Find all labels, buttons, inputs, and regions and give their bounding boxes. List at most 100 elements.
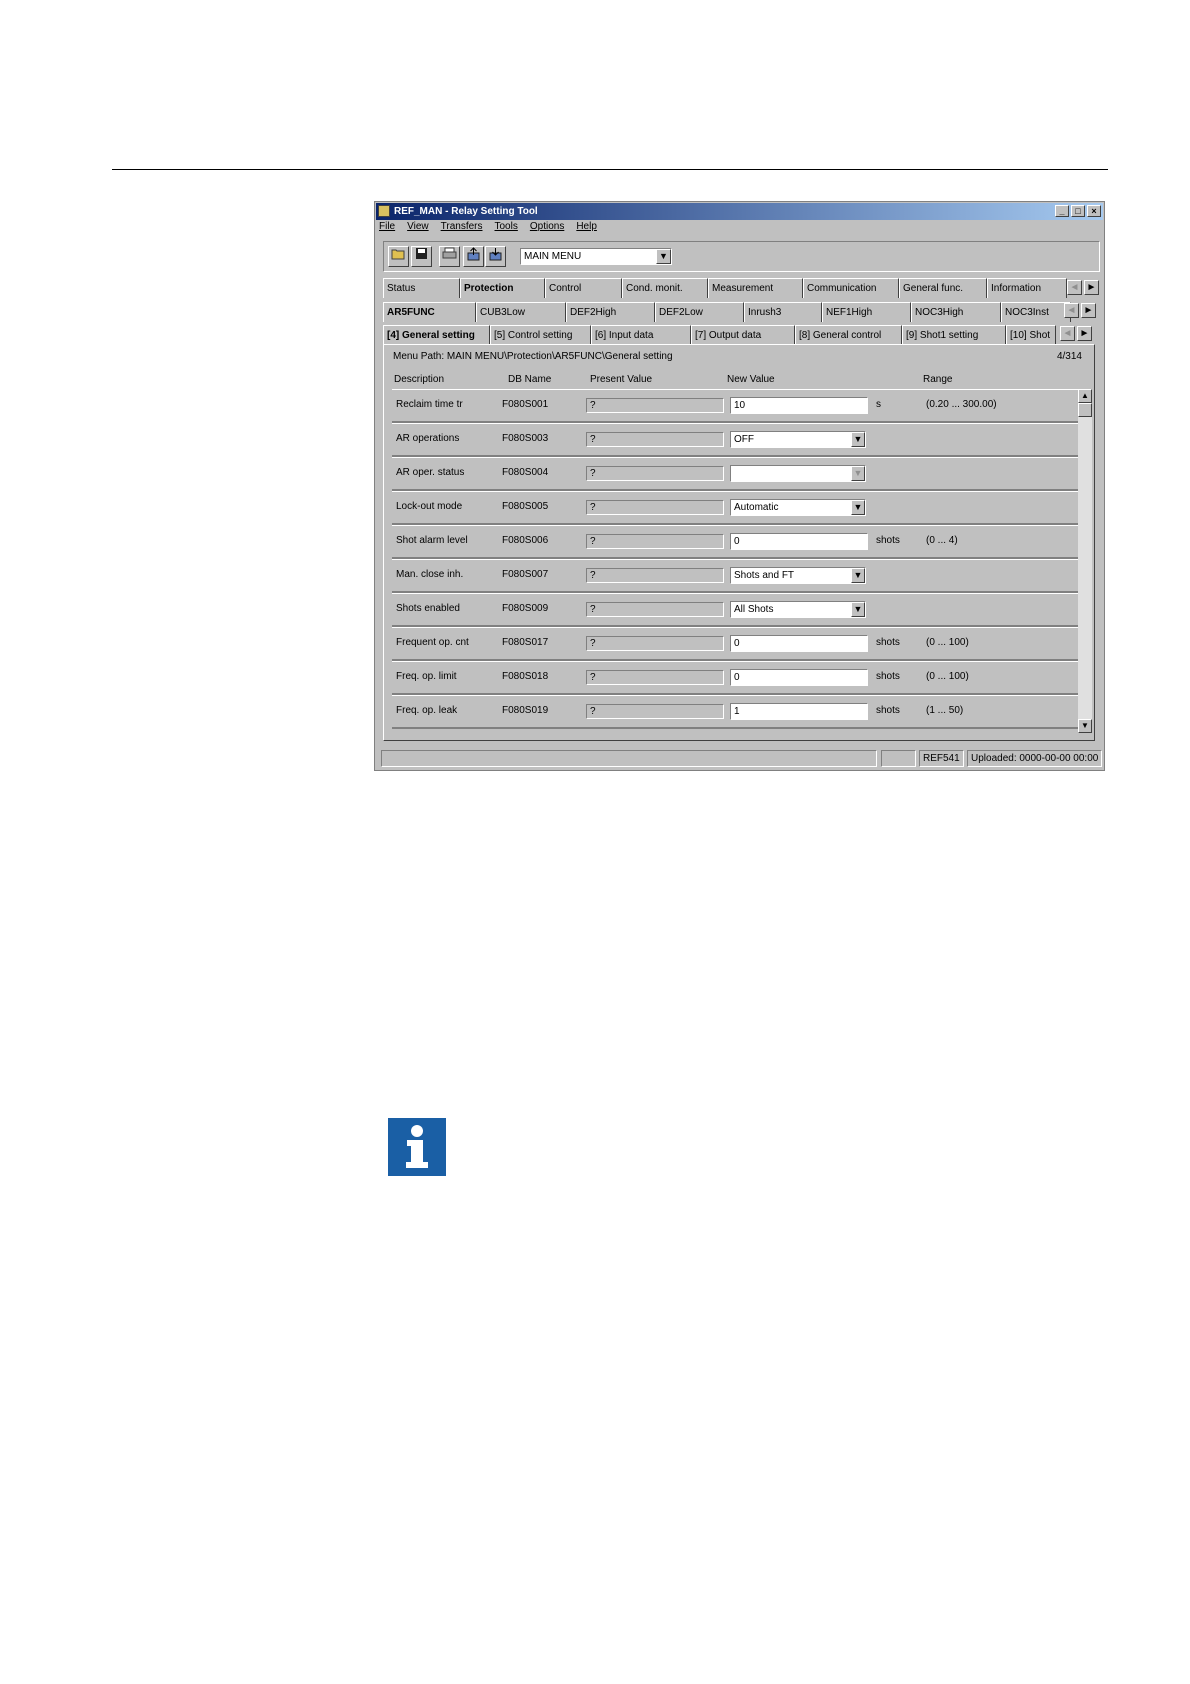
scroll-thumb[interactable] [1078, 403, 1092, 417]
parameter-db-name: F080S001 [502, 399, 549, 410]
chevron-down-icon[interactable]: ▼ [851, 432, 865, 447]
menu-file[interactable]: File [379, 221, 395, 235]
arrow-left-icon[interactable]: ◄ [1067, 280, 1082, 295]
info-icon [388, 1118, 446, 1176]
open-folder-icon[interactable] [388, 246, 409, 267]
title-bar[interactable]: REF_MAN - Relay Setting Tool _ □ × [376, 203, 1103, 220]
table-row: AR operations F080S003? OFF ▼ [392, 423, 1078, 457]
arrow-right-icon[interactable]: ► [1077, 326, 1092, 341]
function-tabs-scroll: ◄ ► [1064, 303, 1096, 318]
new-value-input[interactable]: 0 [730, 533, 868, 550]
tab-ar5func[interactable]: AR5FUNC [383, 302, 476, 322]
parameter-unit: shots [876, 637, 900, 648]
tab-measurement[interactable]: Measurement [708, 278, 803, 298]
parameter-db-name: F080S017 [502, 637, 549, 648]
new-value-select[interactable]: ▼ [730, 465, 866, 482]
toolbar: MAIN MENU ▼ [383, 241, 1100, 272]
page-header-rule [112, 169, 1108, 170]
new-value-text: 1 [734, 706, 740, 717]
maximize-button[interactable]: □ [1071, 205, 1085, 217]
tab-def2low[interactable]: DEF2Low [655, 302, 744, 322]
tab-noc3high[interactable]: NOC3High [911, 302, 1001, 322]
new-value-select[interactable]: OFF ▼ [730, 431, 866, 448]
parameter-range: (0 ... 4) [926, 535, 958, 546]
parameter-description: Frequent op. cnt [396, 637, 469, 648]
new-value-input[interactable]: 0 [730, 635, 868, 652]
tab-general-control[interactable]: [8] General control [795, 325, 902, 345]
new-value-select[interactable]: Automatic ▼ [730, 499, 866, 516]
parameter-db-name: F080S007 [502, 569, 549, 580]
scroll-up-icon[interactable]: ▲ [1078, 389, 1092, 403]
tab-status[interactable]: Status [383, 278, 460, 298]
new-value-select[interactable]: All Shots ▼ [730, 601, 866, 618]
scroll-down-icon[interactable]: ▼ [1078, 719, 1092, 733]
new-value-text: 10 [734, 400, 746, 411]
menu-help[interactable]: Help [576, 221, 597, 235]
tab-general-setting[interactable]: [4] General setting [383, 325, 490, 345]
main-menu-combo[interactable]: MAIN MENU ▼ [520, 248, 672, 265]
status-message [381, 750, 877, 767]
chevron-down-icon[interactable]: ▼ [851, 466, 865, 481]
minimize-button[interactable]: _ [1055, 205, 1069, 217]
parameter-db-name: F080S005 [502, 501, 549, 512]
chevron-down-icon[interactable]: ▼ [851, 568, 865, 583]
chevron-down-icon[interactable]: ▼ [656, 249, 671, 264]
tab-control-setting[interactable]: [5] Control setting [490, 325, 591, 345]
menu-tools[interactable]: Tools [495, 221, 518, 235]
parameter-unit: s [876, 399, 881, 410]
download-icon[interactable] [485, 246, 506, 267]
tab-input-data[interactable]: [6] Input data [591, 325, 691, 345]
menu-transfers[interactable]: Transfers [441, 221, 483, 235]
arrow-right-icon[interactable]: ► [1084, 280, 1099, 295]
column-header-description: Description [394, 374, 445, 385]
tab-cond-monit[interactable]: Cond. monit. [622, 278, 708, 298]
chevron-down-icon[interactable]: ▼ [851, 500, 865, 515]
table-row: Freq. op. leak F080S019? 1 shots (1 ... 50) [392, 695, 1078, 729]
new-value-text: 0 [734, 536, 740, 547]
tab-def2high[interactable]: DEF2High [566, 302, 655, 322]
tab-communication[interactable]: Communication [803, 278, 899, 298]
parameter-unit: shots [876, 671, 900, 682]
arrow-right-icon[interactable]: ► [1081, 303, 1096, 318]
vertical-scrollbar[interactable]: ▲ ▼ [1078, 389, 1092, 733]
tab-output-data[interactable]: [7] Output data [691, 325, 795, 345]
settings-tabs-scroll: ◄ ► [1060, 326, 1092, 341]
chevron-down-icon[interactable]: ▼ [851, 602, 865, 617]
tab-information[interactable]: Information [987, 278, 1067, 298]
new-value-select[interactable]: Shots and FT ▼ [730, 567, 866, 584]
tab-shot[interactable]: [10] Shot [1006, 325, 1056, 345]
close-button[interactable]: × [1087, 205, 1101, 217]
new-value-input[interactable]: 0 [730, 669, 868, 686]
arrow-left-icon[interactable]: ◄ [1064, 303, 1079, 318]
status-blank [881, 750, 916, 767]
table-row: Shot alarm level F080S006? 0 shots (0 ... 4) [392, 525, 1078, 559]
arrow-left-icon[interactable]: ◄ [1060, 326, 1075, 341]
menu-view[interactable]: View [407, 221, 429, 235]
status-bar: REF541 Uploaded: 0000-00-00 00:00 [381, 750, 1102, 767]
tab-protection[interactable]: Protection [460, 278, 545, 298]
print-icon[interactable] [439, 246, 460, 267]
parameter-unit: shots [876, 705, 900, 716]
status-device: REF541 [919, 750, 964, 767]
parameter-range: (1 ... 50) [926, 705, 964, 716]
tab-shot1-setting[interactable]: [9] Shot1 setting [902, 325, 1006, 345]
parameter-description: Man. close inh. [396, 569, 464, 580]
tab-general-func[interactable]: General func. [899, 278, 987, 298]
tab-control[interactable]: Control [545, 278, 622, 298]
table-row: Shots enabled F080S009? All Shots ▼ [392, 593, 1078, 627]
tab-cub3low[interactable]: CUB3Low [476, 302, 566, 322]
menu-options[interactable]: Options [530, 221, 564, 235]
tab-inrush3[interactable]: Inrush3 [744, 302, 822, 322]
status-uploaded: Uploaded: 0000-00-00 00:00 [967, 750, 1102, 767]
parameter-db-name: F080S004 [502, 467, 549, 478]
present-value-field: ? [586, 670, 724, 685]
new-value-text: 0 [734, 672, 740, 683]
new-value-input[interactable]: 1 [730, 703, 868, 720]
parameter-db-name: F080S018 [502, 671, 549, 682]
upload-icon[interactable] [463, 246, 484, 267]
parameter-description: Shot alarm level [396, 535, 468, 546]
save-icon[interactable] [411, 246, 432, 267]
tab-noc3inst[interactable]: NOC3Inst [1001, 302, 1071, 322]
new-value-input[interactable]: 10 [730, 397, 868, 414]
tab-nef1high[interactable]: NEF1High [822, 302, 911, 322]
